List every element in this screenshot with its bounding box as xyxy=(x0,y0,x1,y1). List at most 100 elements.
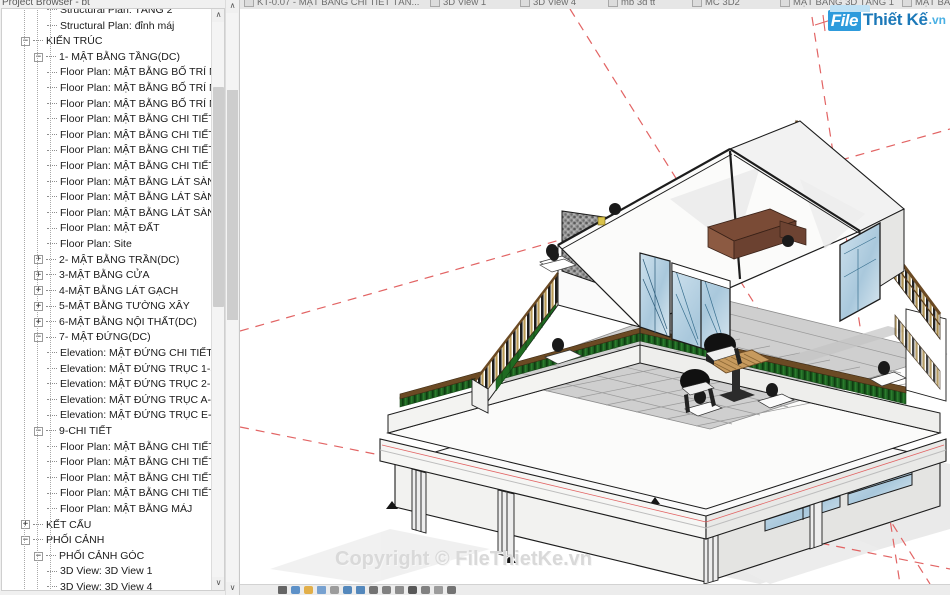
pencil-icon[interactable] xyxy=(434,586,443,594)
tree-item[interactable]: Elevation: MẬT ĐỨNG TRỤC E-A xyxy=(2,408,224,424)
scroll-down-icon[interactable]: ∨ xyxy=(212,577,224,590)
dock-scroll-down-icon[interactable]: ∨ xyxy=(226,582,239,595)
tree-item[interactable]: Floor Plan: MẬT ĐẤT xyxy=(2,221,224,237)
tree-item[interactable]: − KIẾN TRÚC xyxy=(2,34,224,50)
keyboard-icon[interactable] xyxy=(278,586,287,594)
tree-connector xyxy=(47,414,57,417)
tree-item-label: Floor Plan: MẬT BẰNG CHI TIẾT TẦNG 2 xyxy=(60,144,224,157)
shape-icon[interactable] xyxy=(369,586,378,594)
model-3d-render xyxy=(240,9,950,584)
revit-window: Project Browser - bt ✕ Structural Plan: … xyxy=(0,0,950,595)
tree-item[interactable]: +4-MẬT BẰNG LÁT GẠCH xyxy=(2,284,224,300)
tree-scrollbar-thumb[interactable] xyxy=(213,87,224,307)
window-icon[interactable] xyxy=(291,586,300,594)
tree-connector xyxy=(47,586,57,588)
tree-item[interactable]: +5-MẬT BẰNG TƯỜNG XÂY xyxy=(2,299,224,315)
tree-item[interactable]: + KẾT CẤU xyxy=(2,518,224,534)
tree-item[interactable]: Floor Plan: MẬT BẰNG CHI TIẾT TẦNG 1 xyxy=(2,128,224,144)
tree-item[interactable]: +2- MẬT BẰNG TRẦN(DC) xyxy=(2,253,224,269)
tree-item[interactable]: Elevation: MẬT ĐỨNG TRỤC 1-5 xyxy=(2,362,224,378)
tree-item-label: PHỐI CẢNH GÓC xyxy=(59,549,145,562)
tree-connector xyxy=(47,165,57,167)
view-tab-icon xyxy=(520,0,530,7)
tree-item[interactable]: Floor Plan: MẬT BẰNG CHI TIẾT TẦNG 2 xyxy=(2,143,224,159)
logo-thietke-text: Thiết Kế xyxy=(862,10,928,29)
dock-scrollbar-thumb[interactable] xyxy=(227,90,238,320)
view-tab[interactable]: KT-0.07 - MẬT BẰNG CHI TIẾT TẦN... xyxy=(244,0,419,9)
filter-icon[interactable] xyxy=(343,586,352,594)
dock-vertical-scrollbar[interactable]: ∧ ∨ xyxy=(225,0,239,595)
tree-item-label: KIẾN TRÚC xyxy=(46,35,103,48)
tree-item-label: 1- MẬT BẰNG TẦNG(DC) xyxy=(59,50,180,63)
status-bar-icons[interactable] xyxy=(278,586,456,594)
tree-item[interactable]: 3D View: 3D View 4 xyxy=(2,580,224,590)
tree-item[interactable]: Floor Plan: MẬT BẰNG CHI TIẾT TẦNG 3 xyxy=(2,159,224,175)
tree-connector xyxy=(47,118,57,120)
status-bar xyxy=(240,584,950,595)
tree-item[interactable]: Floor Plan: MẬT BẰNG LÁT SÀN TẦNG 1 xyxy=(2,175,224,191)
table-icon[interactable] xyxy=(447,586,456,594)
tree-item[interactable]: Floor Plan: MẬT BẰNG LÁT SÀN TẦNG 3 xyxy=(2,206,224,222)
tree-connector xyxy=(47,461,57,463)
star-icon[interactable] xyxy=(304,586,313,594)
tree-item[interactable]: 3D View: 3D View 1 xyxy=(2,564,224,580)
tree-item[interactable]: Elevation: MẬT ĐỨNG TRỤC 2-1* xyxy=(2,377,224,393)
tree-item[interactable]: − PHỐI CẢNH GÓC xyxy=(2,549,224,565)
view-tab[interactable]: MC 3D2 xyxy=(692,0,740,9)
scroll-up-icon[interactable]: ∧ xyxy=(212,9,224,22)
tree-connector xyxy=(47,211,57,214)
tree-item[interactable]: Floor Plan: MẬT BẰNG CHI TIẾT CẦU THANG xyxy=(2,455,224,471)
tree-vertical-scrollbar[interactable]: ∧ ∨ xyxy=(211,9,224,590)
curve-icon[interactable] xyxy=(421,586,430,594)
tree-item[interactable]: Floor Plan: MẬT BẰNG CHI TIẾT CẦU THANG xyxy=(2,440,224,456)
dock-scroll-up-icon[interactable]: ∧ xyxy=(226,0,239,13)
tree-item[interactable]: −9-CHI TIẾT xyxy=(2,424,224,440)
glazed-doors-left xyxy=(639,252,671,338)
tree-item-label: Floor Plan: MẬT BẰNG CHI TIẾT MÁI xyxy=(60,113,225,126)
project-browser-tree[interactable]: Structural Plan: TẦNG 2 Structural Plan: … xyxy=(1,8,225,591)
tree-item-label: Floor Plan: MẬT BẰNG CHI TIẾT CẦU THANG xyxy=(60,440,224,453)
tree-item[interactable]: Floor Plan: MẬT BẰNG CHI TIẾT VỆ SINH WC xyxy=(2,486,224,502)
tree-connector xyxy=(47,71,57,74)
tree-item[interactable]: Elevation: MẬT ĐỨNG TRỤC A-B xyxy=(2,393,224,409)
drawing-canvas[interactable] xyxy=(240,9,950,584)
tree-item[interactable]: Floor Plan: MẬT BẰNG BỐ TRÍ NỘI THẤT TẦ xyxy=(2,65,224,81)
tree-item[interactable]: − PHỐI CẢNH xyxy=(2,533,224,549)
tree-item[interactable]: Structural Plan: TẦNG 2 xyxy=(2,9,224,19)
tree-connector xyxy=(47,367,57,370)
tree-item-label: 6-MẬT BẰNG NỘI THẤT(DC) xyxy=(59,315,197,328)
tree-item[interactable]: Floor Plan: Site xyxy=(2,237,224,253)
tree-root: Structural Plan: TẦNG 2 Structural Plan: … xyxy=(2,9,225,590)
view-tab[interactable]: 3D View 1 xyxy=(430,0,486,9)
tree-item-label: Floor Plan: MẬT ĐẤT xyxy=(60,222,160,235)
tree-connector xyxy=(47,149,57,152)
grid-icon[interactable] xyxy=(408,586,417,594)
cursor-icon[interactable] xyxy=(330,586,339,594)
view-tab[interactable]: mb 3d tt xyxy=(608,0,655,9)
tree-item[interactable]: Floor Plan: MẬT BẰNG BỐ TRÍ NỘI THẤT TẦ xyxy=(2,97,224,113)
tree-item[interactable]: Floor Plan: MẬT BẰNG CHI TIẾT MÁI xyxy=(2,112,225,128)
tree-item-label: Floor Plan: MẬT BẰNG CHI TIẾT TẦNG 1 xyxy=(60,128,224,141)
tree-item[interactable]: Floor Plan: MẬT BẰNG BỐ TRÍ NỘI THẤT TẦ xyxy=(2,81,224,97)
tree-item-label: Floor Plan: Site xyxy=(60,237,132,250)
view-tab-label: MẬT BẰNG 3D TẦNG 3 xyxy=(915,0,950,8)
tree-item[interactable]: Floor Plan: MẬT BẰNG CHI TIẾT VỆ SINH WC xyxy=(2,471,224,487)
tree-item[interactable]: −7- MẬT ĐỨNG(DC) xyxy=(2,330,224,346)
tree-item-label: Floor Plan: MẬT BẰNG LÁT SÀN TẦNG 1 xyxy=(60,175,224,188)
tree-item[interactable]: +6-MẬT BẰNG NỘI THẤT(DC) xyxy=(2,315,224,331)
tree-item[interactable]: −1- MẬT BẰNG TẦNG(DC) xyxy=(2,50,224,66)
tree-item[interactable]: Structural Plan: đỉnh máj xyxy=(2,19,224,35)
tree-item[interactable]: +3-MẬT BẰNG CỬA xyxy=(2,268,224,284)
tree-item[interactable]: Elevation: MẬT ĐỨNG CHI TIẾT CỔNG xyxy=(2,346,224,362)
view-tab[interactable]: 3D View 4 xyxy=(520,0,576,9)
tree-connector xyxy=(47,87,57,89)
tree-connector xyxy=(47,352,57,354)
tree-item[interactable]: Floor Plan: MẬT BẰNG MÁJ xyxy=(2,502,224,518)
arrow-icon[interactable] xyxy=(382,586,391,594)
logo-tabs-decoration xyxy=(829,5,870,12)
person-icon[interactable] xyxy=(317,586,326,594)
tree-item-label: Elevation: MẬT ĐỨNG TRỤC E-A xyxy=(60,409,219,422)
tree-item[interactable]: Floor Plan: MẬT BẰNG LÁT SÀN TẦNG 2 xyxy=(2,190,224,206)
magnet-icon[interactable] xyxy=(356,586,365,594)
point-icon[interactable] xyxy=(395,586,404,594)
